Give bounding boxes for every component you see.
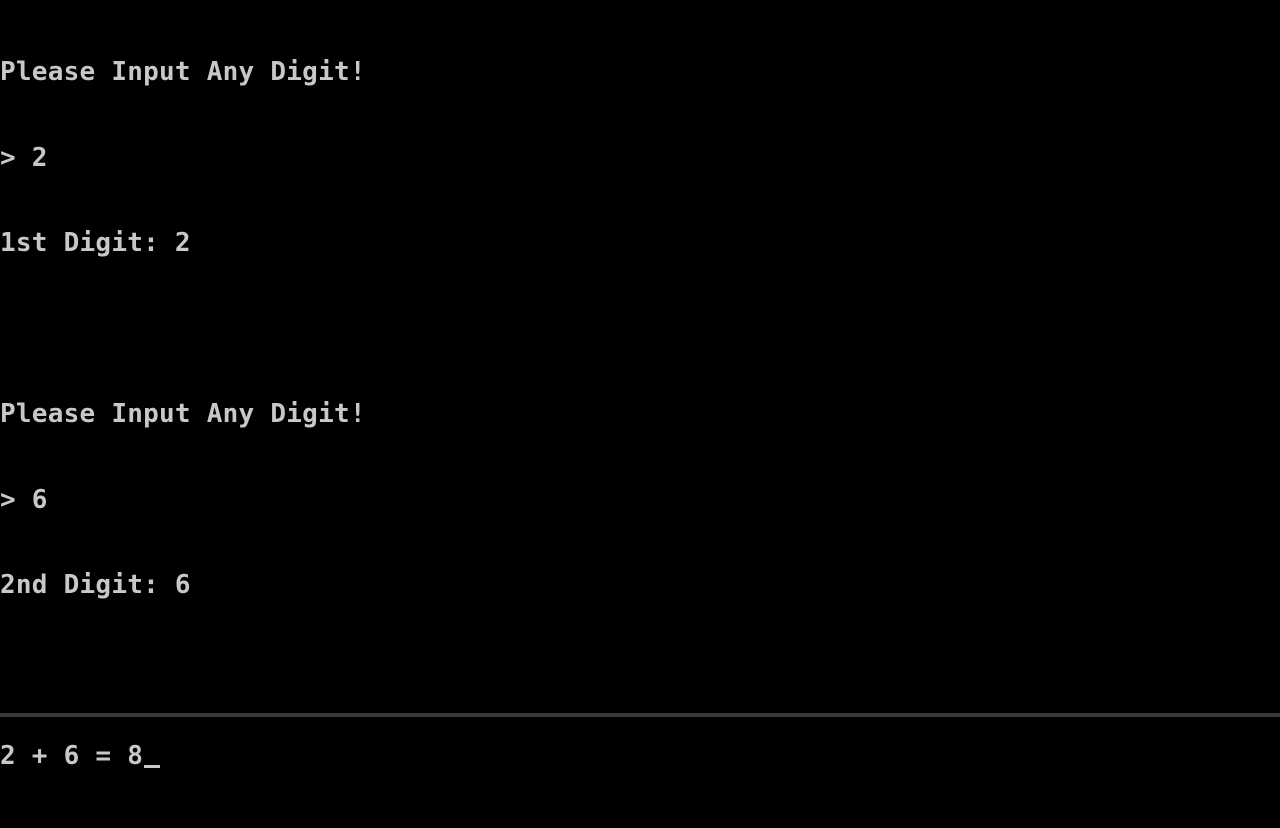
sum-text: 2 + 6 = 8: [0, 741, 144, 771]
console-output: Please Input Any Digit! > 2 1st Digit: 2…: [0, 1, 366, 828]
screen-bottom-border: [0, 713, 1280, 717]
input-echo-line: > 2: [0, 142, 48, 173]
prompt-line: Please Input Any Digit!: [0, 399, 366, 429]
console-screen[interactable]: Please Input Any Digit! > 2 1st Digit: 2…: [0, 0, 1280, 770]
prompt-line: Please Input Any Digit!: [0, 57, 366, 87]
result-line: 1st Digit: 2: [0, 228, 191, 258]
text-cursor: [144, 765, 161, 768]
sum-line: 2 + 6 = 8: [0, 742, 366, 771]
input-echo-line: > 6: [0, 484, 48, 515]
result-line: 2nd Digit: 6: [0, 570, 191, 600]
